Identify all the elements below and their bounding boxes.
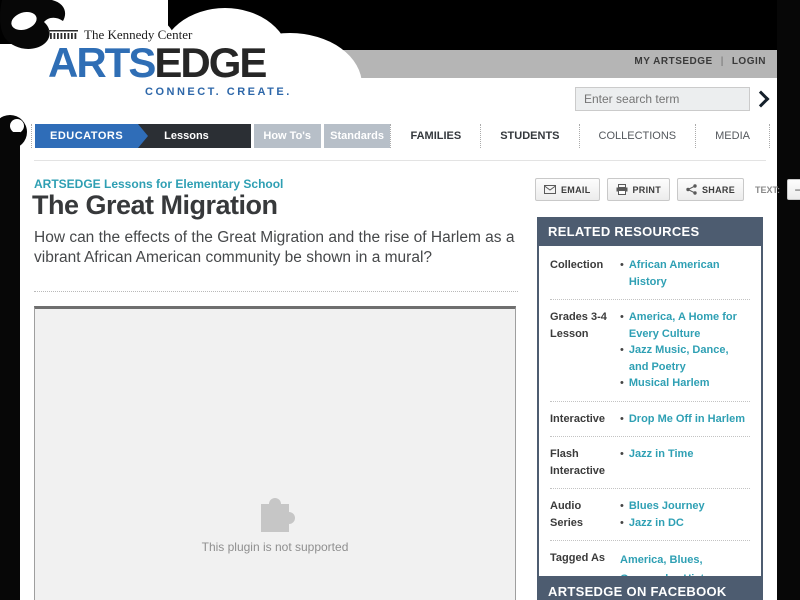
bullet: • <box>620 344 624 356</box>
resource-type-label: Grades 3-4 Lesson <box>550 311 607 340</box>
text-smaller-button[interactable]: − <box>787 179 800 200</box>
dotted-divider <box>34 291 518 292</box>
resource-link[interactable]: Drop Me Off in Harlem <box>629 411 745 428</box>
search-input[interactable] <box>575 87 750 111</box>
plugin-message: This plugin is not supported <box>201 540 349 554</box>
nav-tab-standards[interactable]: Standards <box>323 124 391 148</box>
resource-link[interactable]: Musical Harlem <box>629 375 710 392</box>
logo-tagline: CONNECT. CREATE. <box>145 86 292 99</box>
account-bar-separator: | <box>720 56 724 67</box>
resource-type-label: Flash Interactive <box>550 448 606 477</box>
resource-type-label: Interactive <box>550 412 606 425</box>
page-toolbar: EMAIL PRINT SHARE TEXT: − <box>535 178 800 201</box>
dotted-divider <box>550 436 750 437</box>
print-button[interactable]: PRINT <box>606 178 670 201</box>
related-rows: Collection • African American History Grade… <box>537 246 763 600</box>
artsedge-wordmark: ARTSEDGE <box>48 39 267 86</box>
resource-type-label: Audio Series <box>550 500 584 529</box>
resource-link[interactable]: African American History <box>629 257 750 290</box>
facebook-panel-header: ARTSEDGE ON FACEBOOK <box>537 576 763 600</box>
email-button[interactable]: EMAIL <box>535 178 600 201</box>
print-icon <box>616 184 627 195</box>
bullet: • <box>620 377 624 389</box>
nav-tab-how-tos[interactable]: How To's <box>253 124 321 148</box>
bullet: • <box>620 448 624 460</box>
search-arrow-icon <box>752 90 770 108</box>
dotted-divider <box>550 400 750 402</box>
search-bar <box>575 87 776 111</box>
text-size-label: TEXT: <box>755 184 781 195</box>
related-resources-panel: RELATED RESOURCES Collection • African Ame… <box>537 217 763 600</box>
share-icon <box>686 184 697 195</box>
puzzle-piece-icon <box>261 498 295 532</box>
login-link[interactable]: LOGIN <box>732 56 766 67</box>
resource-link[interactable]: Jazz in Time <box>629 446 694 463</box>
resource-link[interactable]: Jazz Music, Dance, and Poetry <box>629 342 750 375</box>
nav-tab-lessons[interactable]: Lessons <box>138 124 251 148</box>
nav-tab-collections[interactable]: COLLECTIONS <box>578 124 696 148</box>
page-title: The Great Migration <box>32 190 278 220</box>
plugin-placeholder: This plugin is not supported <box>34 306 516 600</box>
main-navigation: EDUCATORS Lessons How To's Standards FAM… <box>31 124 770 148</box>
bullet: • <box>620 516 624 529</box>
resource-link[interactable]: Jazz in DC <box>629 515 684 532</box>
related-resource-row: Collection • African American History <box>550 257 750 290</box>
artsedge-logo[interactable]: The Kennedy Center ARTSEDGE CONNECT. CRE… <box>48 27 292 98</box>
breadcrumb[interactable]: ARTSEDGE Lessons for Elementary School <box>34 177 283 191</box>
my-artsedge-link[interactable]: MY ARTSEDGE <box>634 56 712 67</box>
related-resource-row: Interactive • Drop Me Off in Harlem <box>550 411 750 428</box>
bullet: • <box>620 259 624 271</box>
nav-tab-students[interactable]: STUDENTS <box>480 124 578 148</box>
resource-type-label: Collection <box>550 259 604 271</box>
artsedge-page: MY ARTSEDGE | LOGIN Enter search term Th… <box>0 0 800 600</box>
bullet: • <box>620 311 624 323</box>
account-bar: MY ARTSEDGE | LOGIN <box>634 56 766 67</box>
related-resource-row: Grades 3-4 Lesson • America, A Home for Ev… <box>550 309 750 392</box>
nav-tab-media[interactable]: MEDIA <box>695 124 770 148</box>
nav-tab-families[interactable]: FAMILIES <box>390 124 480 148</box>
share-button[interactable]: SHARE <box>677 178 745 201</box>
dotted-divider <box>550 540 750 541</box>
dotted-divider <box>550 299 750 300</box>
email-icon <box>544 185 556 194</box>
resource-link[interactable]: Blues Journey <box>629 498 705 515</box>
search-submit-button[interactable] <box>750 87 776 111</box>
related-resources-header: RELATED RESOURCES <box>537 217 763 246</box>
nav-tab-educators[interactable]: EDUCATORS <box>35 124 149 148</box>
resource-link[interactable]: America, A Home for Every Culture <box>629 309 750 342</box>
related-resource-row: Audio Series • Blues Journey • Jazz in DC <box>550 498 750 531</box>
bullet: • <box>620 500 624 512</box>
lesson-question: How can the effects of the Great Migrati… <box>34 229 515 267</box>
related-resource-row: Flash Interactive • Jazz in Time <box>550 446 750 479</box>
bullet: • <box>620 412 624 425</box>
dotted-divider <box>550 488 750 489</box>
header-divider <box>34 160 766 161</box>
